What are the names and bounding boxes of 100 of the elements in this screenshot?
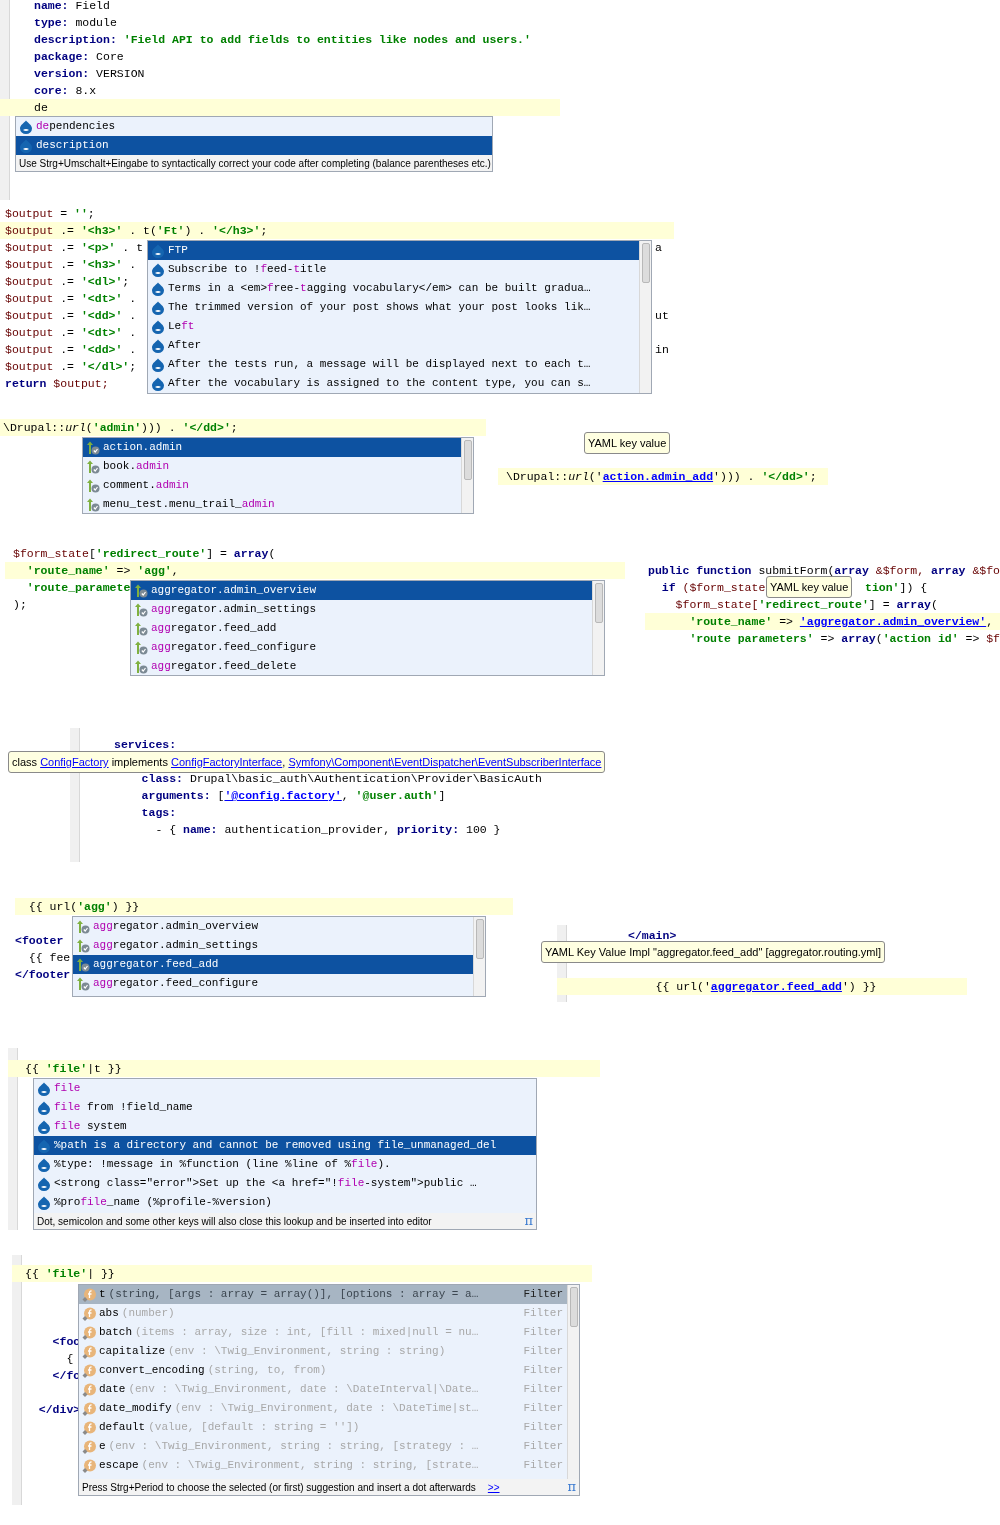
suggestion-item[interactable]: After the vocabulary is assigned to the content type, you can s… xyxy=(148,374,639,393)
code-line: {{ 'file'| }} xyxy=(25,1267,115,1280)
code-line: {{ url('agg') }} xyxy=(27,900,140,913)
suggestion-item[interactable]: e (env : \Twig_Environment, string : string, [strategy : … Filter xyxy=(79,1437,567,1456)
suggestion-item[interactable]: aggregator.admin_overview xyxy=(131,581,592,600)
suggestion-item[interactable]: aggregator.feed_add xyxy=(73,955,473,974)
code-line: $output .= '<h3>' . t('Ft') . '</h3>'; xyxy=(5,224,268,237)
popup-hint: Use Strg+Umschalt+Eingabe to syntactically correct your code after completing (balance parentheses etc.) xyxy=(19,156,491,171)
suggestion-item[interactable]: capitalize (env : \Twig_Environment, string : string) Filter xyxy=(79,1342,567,1361)
code-line: $form_state['redirect_route'] = array( xyxy=(13,547,276,560)
pi-toggle[interactable]: π xyxy=(524,1214,533,1228)
code-line: { xyxy=(65,1352,74,1365)
code-line: ); xyxy=(13,598,27,611)
route-icon xyxy=(86,497,100,512)
drop-icon xyxy=(151,281,165,296)
code-line: de xyxy=(34,101,48,114)
route-icon xyxy=(134,602,148,617)
code-line: {{ url('aggregator.feed_add') }} xyxy=(654,980,877,993)
drop-icon xyxy=(151,319,165,334)
code-link[interactable]: action.admin_add xyxy=(602,470,714,483)
route-icon xyxy=(134,621,148,636)
code-line: \Drupal::url('admin'))) . '</dd>'; xyxy=(3,421,238,434)
code-line: <footer xyxy=(15,934,64,947)
suggestion-item[interactable]: action.admin xyxy=(83,438,461,457)
code-line: $output .= '<h3>' . xyxy=(5,258,137,271)
suggestion-item[interactable]: date_modify (env : \Twig_Environment, date : \DateTime|st… Filter xyxy=(79,1399,567,1418)
suggestion-item[interactable]: default (value, [default : string = '']) Filter xyxy=(79,1418,567,1437)
code-line: </main> xyxy=(628,929,677,942)
suggestion-item[interactable]: abs (number) Filter xyxy=(79,1304,567,1323)
tooltip: YAML key value xyxy=(584,432,671,454)
scrollbar[interactable] xyxy=(567,1285,579,1479)
code-line: $output .= '</dl>'; xyxy=(5,360,137,373)
hint-link[interactable]: >> xyxy=(487,1479,500,1495)
suggestion-item[interactable]: aggregator.feed_add xyxy=(131,619,592,638)
suggestion-item[interactable]: After xyxy=(148,336,639,355)
suggestion-item[interactable]: convert_encoding (string, to, from) Filter xyxy=(79,1361,567,1380)
drop-icon xyxy=(151,243,165,258)
suggestion-item[interactable]: %path is a directory and cannot be removed using file_unmanaged_del xyxy=(34,1136,536,1155)
suggestion-item[interactable]: menu_test.menu_trail_admin xyxy=(83,495,461,513)
scrollbar[interactable] xyxy=(473,917,485,996)
suggestion-item[interactable]: Left xyxy=(148,317,639,336)
suggestion-item[interactable]: date (env : \Twig_Environment, date : \DateInterval|\Date… Filter xyxy=(79,1380,567,1399)
suggestion-item[interactable]: aggregator.feed_configure xyxy=(73,974,473,993)
suggestion-item[interactable]: Subscribe to !feed-title xyxy=(148,260,639,279)
suggestion-item[interactable]: dependencies xyxy=(16,117,492,136)
scrollbar[interactable] xyxy=(461,438,473,513)
drop-icon xyxy=(37,1176,51,1191)
suggestion-item[interactable]: aggregator.admin_overview xyxy=(73,917,473,936)
suggestion-item[interactable]: file from !field_name xyxy=(34,1098,536,1117)
suggestion-item[interactable]: comment.admin xyxy=(83,476,461,495)
code-line: $form_state['redirect_route'] = array( xyxy=(674,598,938,611)
function-icon xyxy=(82,1287,96,1302)
popup-hint: Dot, semicolon and some other keys will also close this lookup and be inserted into editor xyxy=(37,1214,432,1229)
suggestion-item[interactable]: %profile_name (%profile-%version) xyxy=(34,1193,536,1212)
function-icon xyxy=(82,1306,96,1321)
code-link[interactable]: '@config.factory' xyxy=(224,789,342,802)
suggestion-item[interactable]: aggregator.admin_settings xyxy=(73,936,473,955)
tooltip-link[interactable]: ConfigFactory xyxy=(40,756,109,768)
route-icon xyxy=(76,976,90,991)
suggestion-item[interactable]: After the tests run, a message will be displayed next to each t… xyxy=(148,355,639,374)
code-line: arguments: ['@config.factory', '@user.auth'] xyxy=(140,789,446,802)
route-icon xyxy=(134,640,148,655)
suggestion-item[interactable]: aggregator.admin_settings xyxy=(131,600,592,619)
drop-icon xyxy=(37,1157,51,1172)
suggestion-item[interactable]: Terms in a <em>free-tagging vocabulary</em> can be built gradua… xyxy=(148,279,639,298)
function-icon xyxy=(82,1420,96,1435)
scrollbar[interactable] xyxy=(592,581,604,675)
route-icon xyxy=(86,478,100,493)
suggestion-item[interactable]: %type: !message in %function (line %line of %file). xyxy=(34,1155,536,1174)
suggestion-item[interactable]: FTP xyxy=(148,241,639,260)
suggestion-item[interactable]: t (string, [args : array = array()], [options : array = a… Filter xyxy=(79,1285,567,1304)
code-line: $output .= '<p>' . t xyxy=(5,241,144,254)
code-link[interactable]: aggregator.feed_add xyxy=(710,980,842,993)
suggestion-item[interactable]: file xyxy=(34,1079,536,1098)
code-line: 'route_name' => 'agg', xyxy=(25,564,179,577)
code-line: </div> xyxy=(37,1403,81,1416)
code-line: 'route_name' => 'aggregator.admin_overview', xyxy=(688,615,994,628)
code-line: if ($form_state xyxy=(660,581,766,594)
code-line: $output .= '<dt>' . xyxy=(5,326,137,339)
code-link[interactable]: 'aggregator.admin_overview' xyxy=(799,615,987,628)
suggestion-item[interactable]: The trimmed version of your post shows what your post looks lik… xyxy=(148,298,639,317)
suggestion-item[interactable]: file system xyxy=(34,1117,536,1136)
drop-icon xyxy=(37,1100,51,1115)
pi-toggle[interactable]: π xyxy=(567,1480,576,1494)
suggestion-item[interactable]: book.admin xyxy=(83,457,461,476)
tooltip-link[interactable]: ConfigFactoryInterface xyxy=(170,756,283,768)
suggestion-item[interactable]: escape (env : \Twig_Environment, string : string, [strate… Filter xyxy=(79,1456,567,1475)
suggestion-item[interactable]: aggregator.feed_configure xyxy=(131,638,592,657)
suggestion-item[interactable]: description xyxy=(16,136,492,155)
drop-icon xyxy=(37,1119,51,1134)
function-icon xyxy=(82,1401,96,1416)
function-icon xyxy=(82,1325,96,1340)
scrollbar[interactable] xyxy=(639,241,651,393)
tooltip-link[interactable]: Symfony\Component\EventDispatcher\EventSubscriberInterface xyxy=(288,756,602,768)
code-line: type: module xyxy=(34,16,117,29)
suggestion-item[interactable]: <strong class="error">Set up the <a href="!file-system">public … xyxy=(34,1174,536,1193)
drop-icon xyxy=(151,300,165,315)
code-text: ut xyxy=(655,308,669,324)
suggestion-item[interactable]: aggregator.feed_delete xyxy=(131,657,592,675)
suggestion-item[interactable]: batch (items : array, size : int, [fill : mixed|null = nu… Filter xyxy=(79,1323,567,1342)
